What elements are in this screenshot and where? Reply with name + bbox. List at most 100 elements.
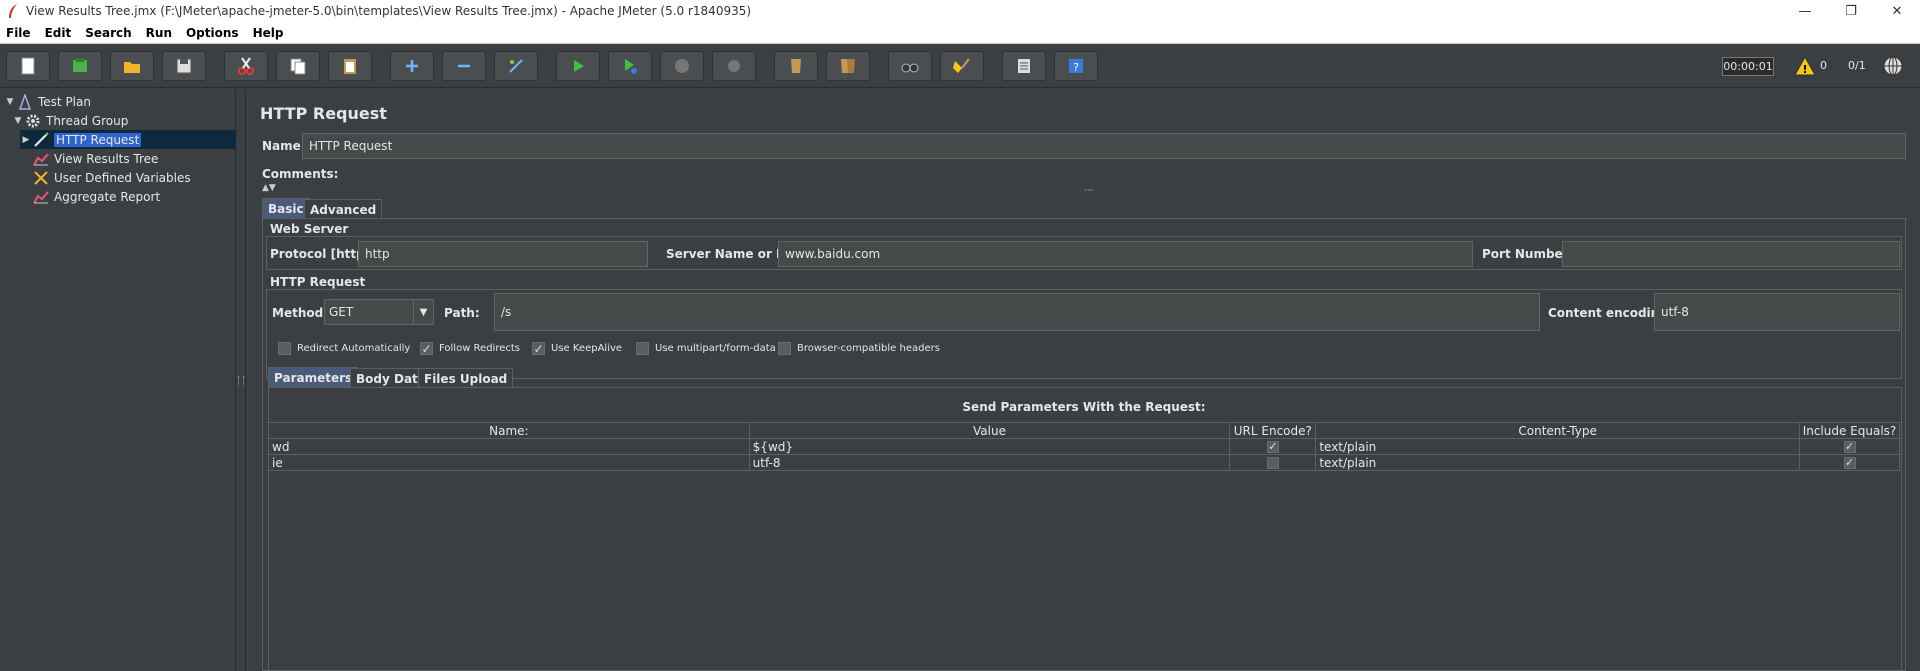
templates-button[interactable] <box>58 51 102 81</box>
reset-search-button[interactable] <box>940 51 984 81</box>
tree-item-http-request[interactable]: ▶ HTTP Request <box>20 130 236 149</box>
method-value: GET <box>329 305 354 319</box>
copy-button[interactable] <box>276 51 320 81</box>
resize-grip-icon[interactable]: ······ <box>1084 186 1094 195</box>
tree-item-aggregate-report[interactable]: Aggregate Report <box>32 187 160 206</box>
multipart-form-data-checkbox[interactable]: Use multipart/form-data <box>636 342 776 355</box>
play-no-timers-icon <box>625 59 637 74</box>
content-type-cell[interactable]: text/plain <box>1315 438 1800 455</box>
column-header-content-type[interactable]: Content-Type <box>1315 422 1800 439</box>
toggle-button[interactable] <box>494 51 538 81</box>
checkbox-box[interactable] <box>1266 457 1279 469</box>
save-button[interactable] <box>162 51 206 81</box>
server-name-field[interactable]: www.baidu.com <box>778 241 1473 267</box>
param-name-cell[interactable]: wd <box>268 438 750 455</box>
function-helper-button[interactable] <box>1002 51 1046 81</box>
expand-arrow-icon[interactable]: ▼ <box>4 97 16 107</box>
checkmark-icon[interactable]: ✓ <box>420 342 433 355</box>
comments-label: Comments: <box>262 167 339 181</box>
content-type-cell[interactable]: text/plain <box>1315 454 1800 471</box>
new-button[interactable] <box>6 51 50 81</box>
url-encode-cell[interactable]: ✓ <box>1229 438 1317 455</box>
paste-button[interactable] <box>328 51 372 81</box>
svg-text:?: ? <box>1073 61 1079 74</box>
name-field[interactable]: HTTP Request <box>302 133 1906 159</box>
checkbox-box[interactable] <box>278 342 291 355</box>
stop-button[interactable] <box>660 51 704 81</box>
port-number-field[interactable] <box>1562 241 1900 267</box>
checkmark-icon[interactable]: ✓ <box>532 342 545 355</box>
tree-item-view-results-tree[interactable]: View Results Tree <box>32 149 158 168</box>
cut-button[interactable] <box>224 51 268 81</box>
param-value-cell[interactable]: ${wd} <box>748 438 1231 455</box>
column-header-value[interactable]: Value <box>748 422 1231 439</box>
remote-globe-icon[interactable] <box>1882 55 1904 77</box>
minimize-button[interactable]: — <box>1782 0 1828 22</box>
menu-run[interactable]: Run <box>144 26 174 40</box>
search-button[interactable] <box>888 51 932 81</box>
protocol-field[interactable]: http <box>358 241 648 267</box>
include-equals-cell[interactable]: ✓ <box>1799 454 1900 471</box>
menu-file[interactable]: File <box>4 26 33 40</box>
play-icon <box>574 60 584 72</box>
column-header-url-encode[interactable]: URL Encode? <box>1229 422 1317 439</box>
checkmark-icon[interactable]: ✓ <box>1843 457 1856 469</box>
open-button[interactable] <box>110 51 154 81</box>
restore-button[interactable]: ❐ <box>1828 0 1874 22</box>
shutdown-icon <box>728 60 740 72</box>
content-encoding-field[interactable]: utf-8 <box>1654 293 1900 331</box>
tab-basic[interactable]: Basic <box>262 198 310 218</box>
method-select[interactable]: GET ▼ <box>324 299 434 325</box>
window-title: View Results Tree.jmx (F:\JMeter\apache-… <box>26 4 752 18</box>
browser-compatible-headers-checkbox[interactable]: Browser-compatible headers <box>778 342 940 355</box>
redirect-automatically-checkbox[interactable]: Redirect Automatically <box>278 342 410 355</box>
tree-item-test-plan[interactable]: ▼ Test Plan <box>4 92 91 111</box>
test-plan-tree: ▼ Test Plan ▼ Thread Group ▶ HTTP Reques… <box>0 90 236 671</box>
expand-all-button[interactable] <box>390 51 434 81</box>
url-encode-cell[interactable] <box>1229 454 1317 471</box>
menu-edit[interactable]: Edit <box>43 26 74 40</box>
splitter-grip[interactable] <box>238 376 244 386</box>
menu-options[interactable]: Options <box>184 26 241 40</box>
checkmark-icon[interactable]: ✓ <box>1266 441 1279 453</box>
start-button[interactable] <box>556 51 600 81</box>
param-name-cell[interactable]: ie <box>268 454 750 471</box>
help-button[interactable]: ? <box>1054 51 1098 81</box>
checkmark-icon[interactable]: ✓ <box>1843 441 1856 453</box>
pane-splitter[interactable] <box>236 90 246 671</box>
table-row[interactable]: wd ${wd} ✓ text/plain ✓ <box>268 438 1900 455</box>
clear-all-button[interactable] <box>826 51 870 81</box>
tab-files-upload[interactable]: Files Upload <box>418 368 514 388</box>
templates-icon <box>73 58 87 72</box>
warning-icon[interactable]: ! <box>1794 56 1816 76</box>
menu-help[interactable]: Help <box>251 26 286 40</box>
include-equals-cell[interactable]: ✓ <box>1799 438 1900 455</box>
table-row[interactable]: ie utf-8 text/plain ✓ <box>268 454 1900 471</box>
tree-item-user-defined-variables[interactable]: User Defined Variables <box>32 168 191 187</box>
collapse-arrows-icon[interactable]: ▲▼ <box>262 183 276 193</box>
collapse-all-button[interactable] <box>442 51 486 81</box>
http-request-panel: HTTP Request Name: HTTP Request Comments… <box>248 90 1920 671</box>
menu-search[interactable]: Search <box>83 26 133 40</box>
tree-item-label: Test Plan <box>38 94 91 109</box>
tab-parameters[interactable]: Parameters <box>268 367 359 387</box>
tab-advanced[interactable]: Advanced <box>304 199 383 219</box>
column-header-include-equals[interactable]: Include Equals? <box>1799 422 1900 439</box>
expand-arrow-icon[interactable]: ▼ <box>12 116 24 126</box>
param-value-cell[interactable]: utf-8 <box>748 454 1231 471</box>
use-keepalive-checkbox[interactable]: ✓ Use KeepAlive <box>532 342 622 355</box>
path-field[interactable]: /s <box>494 293 1540 331</box>
close-button[interactable]: ✕ <box>1874 0 1920 22</box>
tree-item-thread-group[interactable]: ▼ Thread Group <box>12 111 129 130</box>
toggle-wand-icon <box>509 59 523 73</box>
column-header-name[interactable]: Name: <box>268 422 750 439</box>
follow-redirects-checkbox[interactable]: ✓ Follow Redirects <box>420 342 520 355</box>
collapsed-arrow-icon[interactable]: ▶ <box>20 135 32 145</box>
checkbox-box[interactable] <box>778 342 791 355</box>
start-no-pauses-button[interactable] <box>608 51 652 81</box>
shutdown-button[interactable] <box>712 51 756 81</box>
chevron-down-icon[interactable]: ▼ <box>413 300 433 324</box>
checkbox-box[interactable] <box>636 342 649 355</box>
clear-button[interactable] <box>774 51 818 81</box>
tree-item-label: Thread Group <box>46 113 129 128</box>
